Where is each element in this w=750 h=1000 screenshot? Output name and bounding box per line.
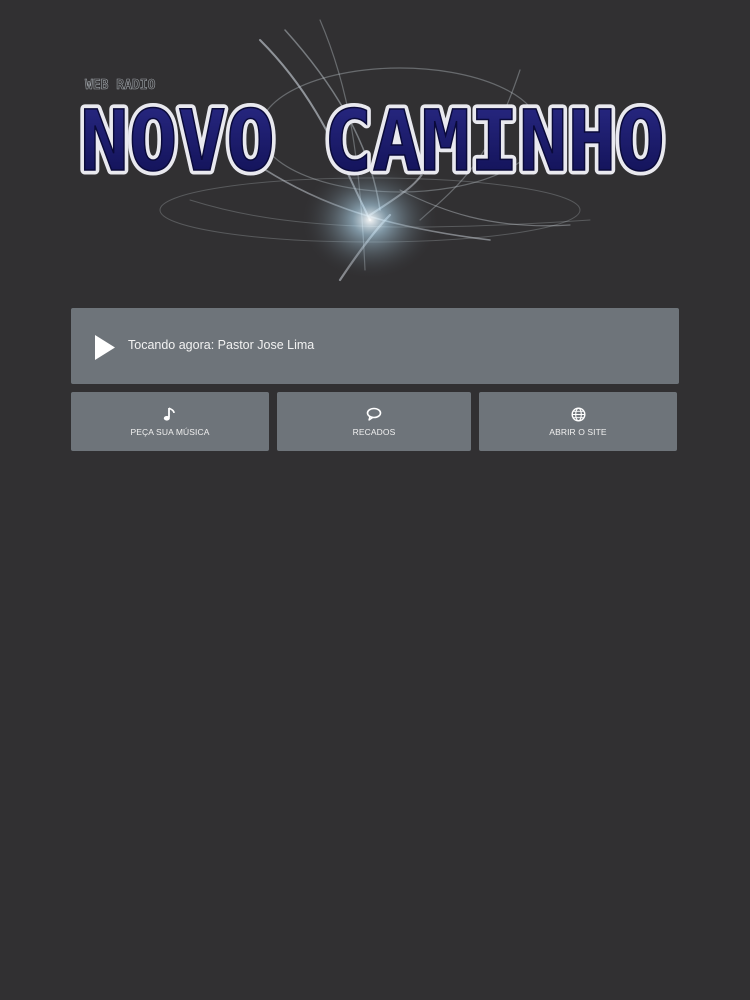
music-note-icon [71, 406, 269, 422]
messages-button[interactable]: RECADOS [277, 392, 471, 451]
now-playing-bar: Tocando agora: Pastor Jose Lima [71, 308, 679, 384]
logo-small-text: WEB RADIO [85, 78, 156, 93]
messages-label: RECADOS [352, 427, 396, 437]
request-song-button[interactable]: PEÇA SUA MÚSICA [71, 392, 269, 451]
logo-title: NOVO CAMINHO [80, 92, 665, 190]
speech-bubble-icon [277, 406, 471, 422]
open-site-label: ABRIR O SITE [549, 427, 607, 437]
app-screen: WEB RADIO NOVO CAMINHO NOVO CAMINHO Toca… [0, 0, 750, 1000]
now-playing-text: Tocando agora: Pastor Jose Lima [128, 338, 315, 352]
request-song-label: PEÇA SUA MÚSICA [130, 427, 210, 437]
play-icon[interactable] [93, 334, 117, 361]
open-site-button[interactable]: ABRIR O SITE [479, 392, 677, 451]
globe-icon [479, 406, 677, 422]
station-logo: WEB RADIO NOVO CAMINHO NOVO CAMINHO [70, 10, 680, 295]
